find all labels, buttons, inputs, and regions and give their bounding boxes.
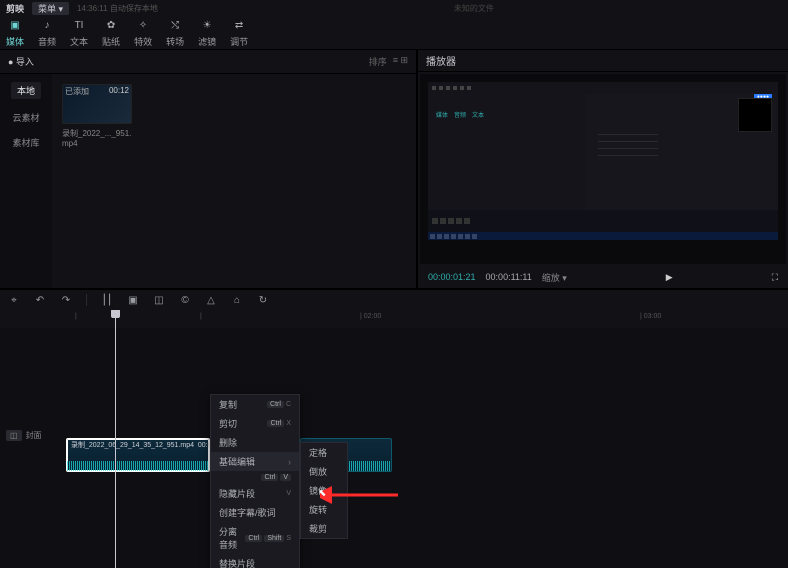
sticker-icon: ✿ [103,17,119,33]
undo-icon[interactable]: ↶ [34,294,46,306]
preview-controls: 00:00:01:21 00:00:11:11 缩放 ▾ ▶ ⛶ [418,266,788,288]
sidebar-item-local[interactable]: 本地 [11,82,41,99]
menu-paste[interactable]: CtrlV [211,471,299,484]
split-icon[interactable]: ⎮⎮ [101,294,113,306]
main-menu-button[interactable]: 菜单 ▾ [32,2,69,15]
menu-detach-audio[interactable]: 分离音频 CtrlShiftS [211,522,299,554]
preview-canvas[interactable]: 媒体 音频 文本 ●●●● [428,82,778,240]
submenu-crop[interactable]: 裁剪 [301,519,347,538]
tool-icon[interactable]: ▣ [127,294,139,306]
timeline-clip[interactable]: 录制_2022_06_29_14_35_12_951.mp4 00:00:11:… [66,438,210,472]
ribbon-sticker[interactable]: ✿ 贴纸 [102,17,120,48]
context-menu: 复制 CtrlC 剪切 CtrlX 删除 基础编辑 CtrlV 隐藏片段 V 创… [210,394,300,568]
sidebar-item-library[interactable]: 素材库 [12,136,39,149]
timeline[interactable]: | | | 02:00 | 03:00 ◫ 封面 录制_2022_06_29_1… [0,310,788,568]
added-badge: 已添加 [65,86,89,97]
sort-select[interactable]: 排序 [369,55,387,68]
submenu-reverse[interactable]: 倒放 [301,462,347,481]
app-logo: 剪映 [6,2,24,15]
menu-copy[interactable]: 复制 CtrlC [211,395,299,414]
autosave-label: 14:36:11 自动保存本地 [77,3,158,14]
menu-basic-edit[interactable]: 基础编辑 [211,452,299,471]
tool-icon[interactable]: © [179,294,191,306]
ribbon-adjust[interactable]: ⇄ 调节 [230,17,248,48]
import-button[interactable]: ● 导入 [8,55,34,68]
sidebar-item-cloud[interactable]: 云素材 [12,111,39,124]
ribbon-media[interactable]: ▣ 媒体 [6,17,24,48]
media-icon: ▣ [7,17,23,33]
total-time: 00:00:11:11 [486,272,532,282]
menu-delete[interactable]: 删除 [211,433,299,452]
preview-panel: 播放器 媒体 音频 文本 ●●●● [416,50,788,288]
submenu-rotate[interactable]: 旋转 [301,500,347,519]
ruler-mark: | [75,313,77,320]
submenu-freeze[interactable]: 定格 [301,443,347,462]
adjust-icon: ⇄ [231,17,247,33]
doc-title: 未知的文件 [166,3,782,14]
zoom-select[interactable]: 缩放 ▾ [542,271,567,284]
redo-icon[interactable]: ↷ [60,294,72,306]
audio-icon: ♪ [39,17,55,33]
app-titlebar: 剪映 菜单 ▾ 14:36:11 自动保存本地 未知的文件 [0,0,788,16]
effect-icon: ✧ [135,17,151,33]
tool-icon[interactable]: ⌂ [231,294,243,306]
ruler-mark: | 03:00 [640,313,661,320]
media-panel: ● 导入 排序 ≡ ⊞ 本地 云素材 素材库 已添加 00:12 录制_2022… [0,50,416,288]
ribbon-transition[interactable]: ⤭ 转场 [166,17,184,48]
menu-hide-clip[interactable]: 隐藏片段 V [211,484,299,503]
current-time: 00:00:01:21 [428,272,476,282]
tool-icon[interactable]: △ [205,294,217,306]
view-mode-icons[interactable]: ≡ ⊞ [393,55,408,68]
ruler-mark: | 02:00 [360,313,381,320]
timeline-toolbar: ⌖ ↶ ↷ ⎮⎮ ▣ ◫ © △ ⌂ ↻ [0,288,788,310]
media-source-sidebar: 本地 云素材 素材库 [0,74,52,288]
expand-icon[interactable]: ⛶ [772,272,778,283]
ribbon-audio[interactable]: ♪ 音频 [38,17,56,48]
menu-cut[interactable]: 剪切 CtrlX [211,414,299,433]
clip-label: 录制_2022_06_29_14_35_12_951.mp4 00:00:11:… [71,440,210,450]
tool-icon[interactable]: ◫ [153,294,165,306]
filter-icon: ☀ [199,17,215,33]
ruler-mark: | [200,313,202,320]
playhead[interactable] [115,310,116,568]
menu-subtitle[interactable]: 创建字幕/歌词 [211,503,299,522]
ribbon-effect[interactable]: ✧ 特效 [134,17,152,48]
media-thumbnail: 已添加 00:12 [62,84,132,124]
mouse-cursor-icon: ⬉ [318,488,326,499]
play-button[interactable]: ▶ [666,272,673,283]
preview-title: 播放器 [418,50,788,72]
media-grid: 已添加 00:12 录制_2022_..._951.mp4 [52,74,416,288]
menu-replace[interactable]: 替换片段 [211,554,299,568]
rotate-icon[interactable]: ↻ [257,294,269,306]
preview-frame-content: 媒体 音频 文本 ●●●● [428,82,778,240]
ribbon-tabs: ▣ 媒体 ♪ 音频 TI 文本 ✿ 贴纸 ✧ 特效 ⤭ 转场 ☀ 滤镜 ⇄ 调节 [0,16,788,50]
media-filename: 录制_2022_..._951.mp4 [62,128,132,148]
transition-icon: ⤭ [167,17,183,33]
pointer-tool-icon[interactable]: ⌖ [8,294,20,306]
ribbon-text[interactable]: TI 文本 [70,17,88,48]
ribbon-filter[interactable]: ☀ 滤镜 [198,17,216,48]
text-icon: TI [71,17,87,33]
media-item[interactable]: 已添加 00:12 录制_2022_..._951.mp4 [62,84,132,148]
duration-badge: 00:12 [109,86,129,95]
